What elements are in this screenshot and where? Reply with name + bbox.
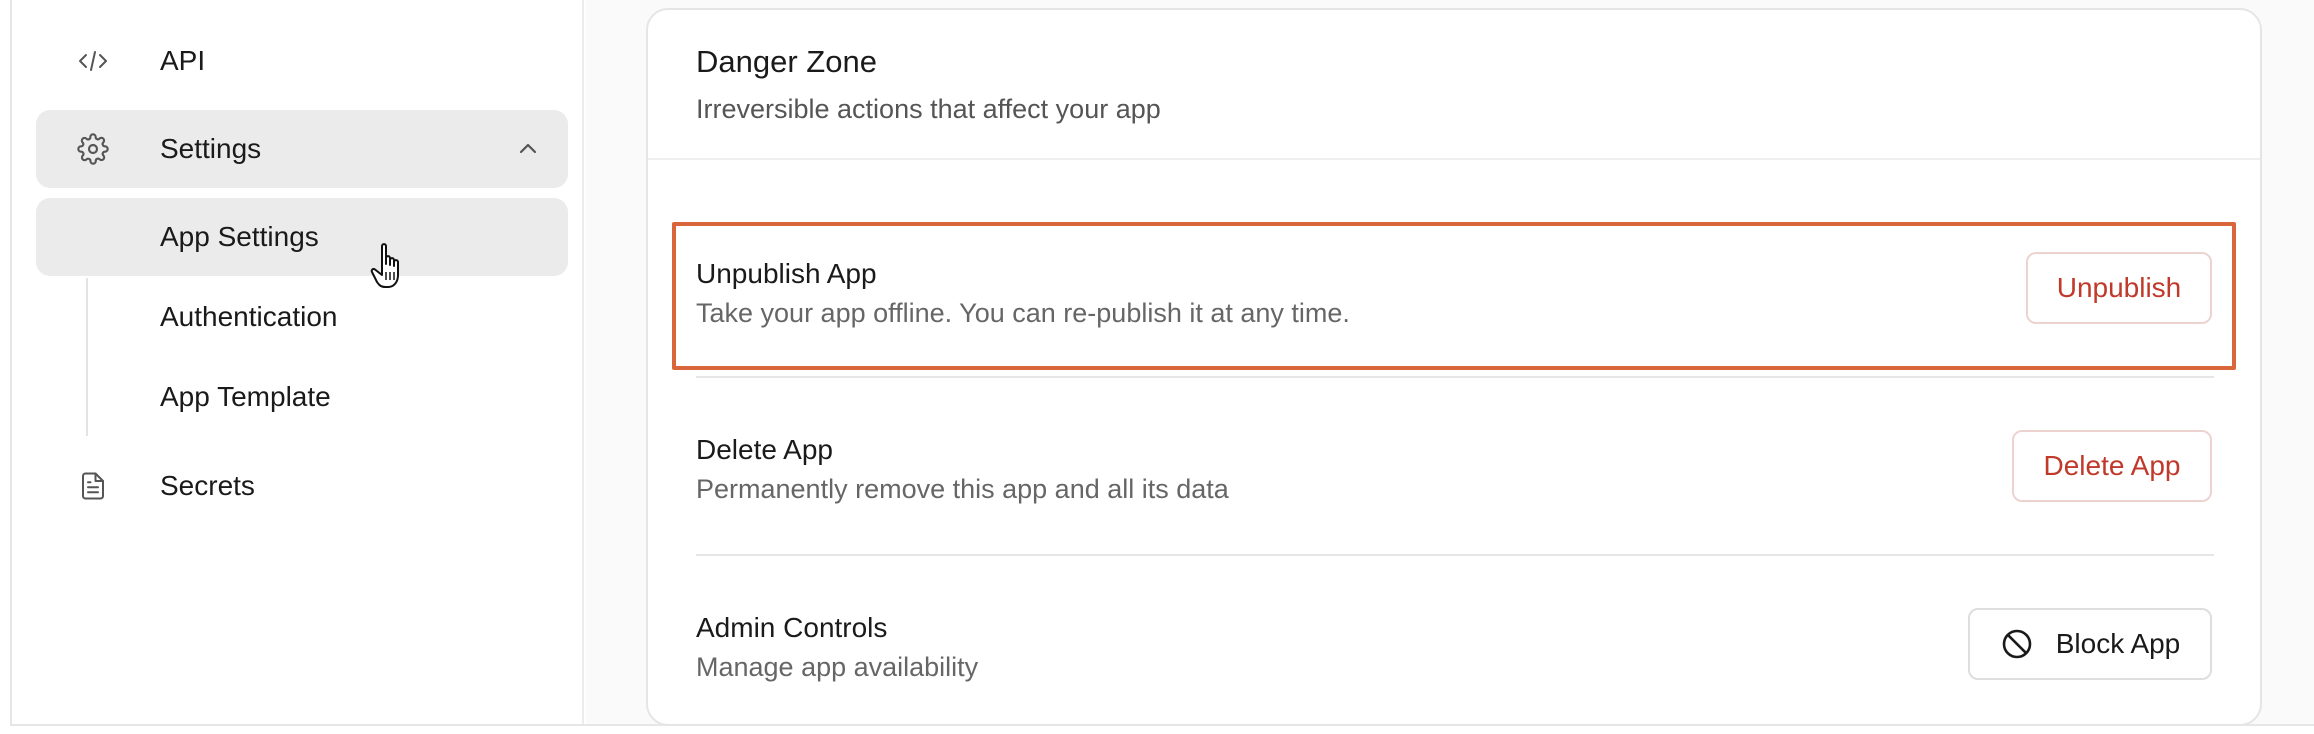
code-icon [76, 44, 110, 78]
card-header: Danger Zone Irreversible actions that af… [648, 10, 2260, 160]
sidebar-item-api[interactable]: API [36, 22, 568, 100]
main-content: Danger Zone Irreversible actions that af… [586, 0, 2314, 726]
sidebar-item-secrets[interactable]: Secrets [36, 447, 568, 525]
danger-zone-card: Danger Zone Irreversible actions that af… [646, 8, 2262, 726]
sidebar-subitem-app-template[interactable]: App Template [36, 358, 568, 436]
sidebar-item-label: API [160, 45, 206, 76]
card-title: Danger Zone [696, 44, 877, 79]
hand-pointer-cursor-icon [370, 242, 410, 292]
sidebar-item-settings[interactable]: Settings [36, 110, 568, 188]
delete-app-button[interactable]: Delete App [2012, 430, 2212, 502]
sidebar-subitem-label: App Template [160, 381, 331, 412]
sidebar-subitem-app-settings[interactable]: App Settings [36, 198, 568, 276]
chevron-up-icon[interactable] [514, 135, 542, 163]
unpublish-app-row: Unpublish App Take your app offline. You… [696, 254, 2214, 354]
sidebar-subitem-label: Authentication [160, 301, 338, 332]
unpublish-button[interactable]: Unpublish [2026, 252, 2212, 324]
row-description: Take your app offline. You can re-publis… [696, 298, 1350, 328]
row-title: Delete App [696, 434, 833, 465]
divider [696, 376, 2214, 378]
sidebar: API Settings App Settings Authentication [12, 0, 584, 724]
sidebar-subitem-authentication[interactable]: Authentication [36, 278, 568, 356]
app-window: API Settings App Settings Authentication [10, 0, 2314, 726]
row-description: Manage app availability [696, 652, 979, 682]
block-app-button[interactable]: Block App [1968, 608, 2212, 680]
block-app-label: Block App [2055, 628, 2181, 659]
divider [696, 554, 2214, 556]
row-title: Admin Controls [696, 612, 888, 643]
sidebar-subitem-label: App Settings [160, 221, 319, 252]
gear-icon [76, 132, 110, 166]
sidebar-item-label: Settings [160, 133, 262, 164]
block-icon [2000, 627, 2034, 661]
sidebar-item-label: Secrets [160, 470, 255, 501]
card-subtitle: Irreversible actions that affect your ap… [696, 94, 1161, 124]
delete-app-row: Delete App Permanently remove this app a… [696, 430, 2214, 530]
document-icon [76, 469, 110, 503]
row-title: Unpublish App [696, 258, 877, 289]
row-description: Permanently remove this app and all its … [696, 474, 1229, 504]
